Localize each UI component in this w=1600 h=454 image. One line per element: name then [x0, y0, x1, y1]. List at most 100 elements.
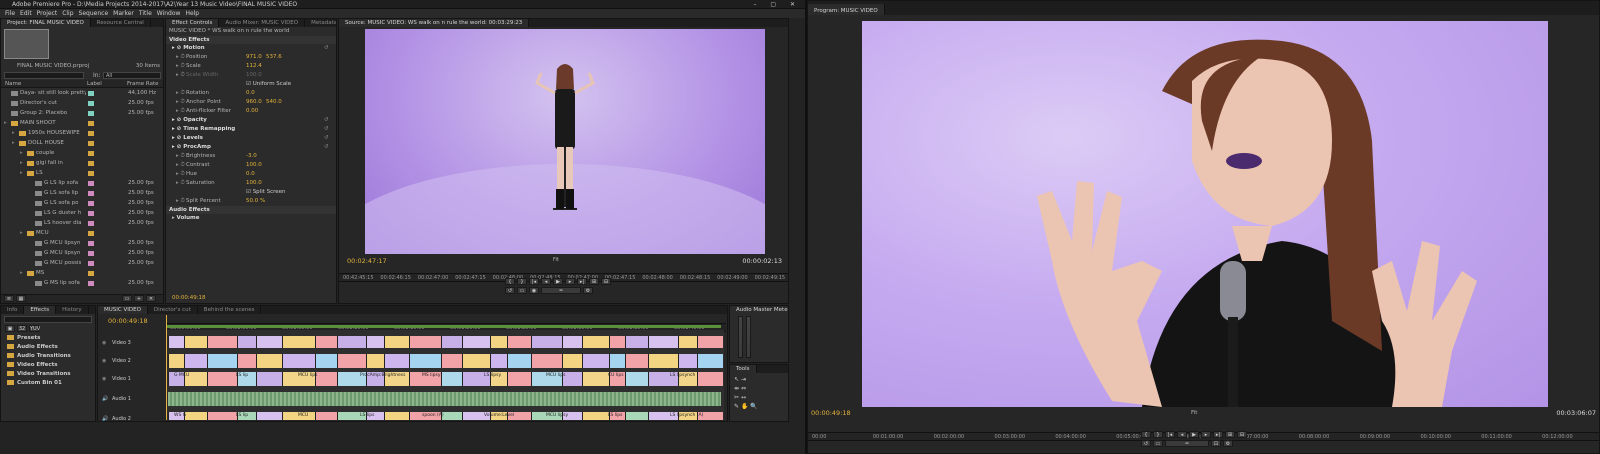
col-label[interactable]: Label	[87, 80, 102, 87]
timeline-clip[interactable]	[697, 354, 723, 368]
timeline-clip[interactable]	[237, 354, 256, 368]
stopwatch-icon[interactable]: ▸ ⏱	[176, 170, 185, 179]
timeline-clip[interactable]	[490, 336, 507, 348]
stopwatch-icon[interactable]: ▸ ⏱	[176, 62, 185, 71]
tab-project[interactable]: Project: FINAL MUSIC VIDEO	[1, 19, 91, 27]
menu-sequence[interactable]: Sequence	[79, 10, 109, 17]
effect-param-value[interactable]: 537.6	[266, 53, 282, 62]
audio-1-clip[interactable]	[168, 392, 721, 406]
prog-settings-button[interactable]: ⚙	[1223, 440, 1233, 447]
loop-button[interactable]: ↺	[505, 287, 515, 294]
track-header[interactable]: ◉ Video 1	[98, 372, 166, 386]
effects-bin[interactable]: Audio Transitions	[1, 352, 95, 361]
tab-behind-the-scenes[interactable]: Behind the scenes	[198, 306, 262, 314]
project-item[interactable]: G MCU lipsyn 25.00 fps	[1, 238, 163, 248]
tab-program[interactable]: Program: MUSIC VIDEO	[808, 4, 885, 15]
program-timecode[interactable]: 00:00:49:18	[811, 409, 851, 417]
reset-icon[interactable]: ↺	[324, 116, 329, 125]
timeline-clip[interactable]	[207, 372, 237, 386]
zoom-tool-icon[interactable]: 🔍	[750, 403, 757, 410]
timeline-clip[interactable]	[237, 336, 256, 348]
safe-margins-button[interactable]: ▭	[517, 287, 527, 294]
effect-param-value[interactable]: 540.0	[266, 98, 282, 107]
eye-icon[interactable]: ◉	[102, 336, 106, 350]
timeline-clip[interactable]	[366, 336, 384, 348]
project-item[interactable]: ▸ MCU	[1, 228, 163, 238]
timeline-clip[interactable]	[207, 336, 237, 348]
timeline-clip[interactable]	[507, 372, 531, 386]
prog-step-forward-button[interactable]: ▸	[1201, 431, 1211, 438]
list-view-button[interactable]: ≡	[4, 295, 14, 302]
prog-jog-button[interactable]: ═	[1165, 440, 1209, 447]
razor-tool-icon[interactable]: ✂	[734, 394, 739, 401]
timeline-clip[interactable]	[184, 412, 207, 420]
timeline-clip[interactable]	[625, 336, 648, 348]
stopwatch-icon[interactable]: ▸ ⏱	[176, 98, 185, 107]
volume-label[interactable]: Volume	[177, 215, 200, 221]
project-item[interactable]: G LS sofa lip 25.00 fps	[1, 188, 163, 198]
timeline-clip[interactable]	[441, 412, 462, 420]
new-bin-button[interactable]: ▭	[122, 295, 132, 302]
prog-play-button[interactable]: ▶	[1189, 431, 1199, 438]
label-color-chip[interactable]	[88, 261, 94, 266]
timeline-clip[interactable]	[441, 336, 462, 348]
trim-button[interactable]: ⊡	[1211, 440, 1221, 447]
timeline-clip[interactable]	[490, 354, 507, 368]
col-name[interactable]: Name	[5, 80, 21, 87]
settings-button[interactable]: ⚙	[583, 287, 593, 294]
window-controls[interactable]: – ▢ ✕	[753, 0, 801, 9]
timeline-clip[interactable]	[168, 354, 184, 368]
timeline-clip[interactable]	[337, 336, 366, 348]
label-color-chip[interactable]	[88, 281, 94, 286]
eye-icon[interactable]: ◉	[102, 372, 106, 386]
timeline-clip[interactable]	[582, 372, 609, 386]
timeline-work-area-bar[interactable]	[166, 325, 721, 328]
step-forward-button[interactable]: ▸	[565, 278, 575, 285]
timeline-clip[interactable]	[507, 336, 531, 348]
effects-bin[interactable]: Audio Effects	[1, 343, 95, 352]
timeline-clip[interactable]	[441, 354, 462, 368]
timeline-clip[interactable]	[562, 354, 582, 368]
reset-icon[interactable]: ↺	[324, 125, 329, 134]
timeline-clip[interactable]	[531, 336, 562, 348]
hand-tool-icon[interactable]: ✋	[741, 403, 748, 410]
label-color-chip[interactable]	[88, 241, 94, 246]
label-color-chip[interactable]	[88, 141, 94, 146]
timeline-clip[interactable]	[184, 354, 207, 368]
timeline-clip[interactable]	[648, 336, 678, 348]
expand-toggle-icon[interactable]: ▸	[4, 118, 7, 128]
timeline-clip[interactable]	[168, 336, 184, 348]
track-select-tool-icon[interactable]: ⇥	[741, 376, 746, 383]
effect-param-value[interactable]: 50.0 %	[246, 197, 265, 206]
tab-audio-mixer[interactable]: Audio Mixer: MUSIC VIDEO	[219, 19, 306, 27]
project-item[interactable]: G LS lip sofa 25.00 fps	[1, 178, 163, 188]
timeline-clip[interactable]	[256, 336, 282, 348]
effect-param-value[interactable]: 0.00	[246, 107, 258, 116]
timeline-clip[interactable]	[282, 354, 315, 368]
stopwatch-icon[interactable]: ▸ ⏱	[176, 71, 185, 80]
source-timecode-in[interactable]: 00:02:47:17	[347, 257, 387, 265]
effect-group-label[interactable]: ▸ ⊘ Levels	[172, 134, 203, 143]
checkbox[interactable]: ☑ Split Screen	[246, 188, 286, 197]
timeline-clip[interactable]	[384, 336, 409, 348]
goto-in-button[interactable]: |◂	[529, 278, 539, 285]
expand-toggle-icon[interactable]: ▸	[12, 138, 15, 148]
tab-source[interactable]: Source: MUSIC VIDEO: WS walk on n rule t…	[339, 19, 530, 27]
goto-out-button[interactable]: ▸|	[577, 278, 587, 285]
label-color-chip[interactable]	[88, 161, 94, 166]
tab-info[interactable]: Info	[1, 306, 25, 314]
mark-in-button[interactable]: {	[505, 278, 515, 285]
label-color-chip[interactable]	[88, 221, 94, 226]
effect-param-value[interactable]: 100.0	[246, 179, 262, 188]
label-color-chip[interactable]	[88, 191, 94, 196]
effect-group-label[interactable]: ▸ ⊘ Opacity	[172, 116, 207, 125]
track-header[interactable]: ◉ Video 3	[98, 336, 166, 350]
project-item[interactable]: ▸ DOLL HOUSE	[1, 138, 163, 148]
effect-group-label[interactable]: ▸ ⊘ Motion	[172, 44, 205, 53]
timeline-clip[interactable]	[384, 412, 409, 420]
project-item[interactable]: G MS lip sofa 25.00 fps	[1, 278, 163, 288]
timeline-clip[interactable]	[409, 336, 441, 348]
tab-effects[interactable]: Effects	[24, 306, 57, 314]
program-zoom[interactable]: Fit	[1191, 410, 1197, 416]
menu-file[interactable]: File	[5, 10, 15, 17]
